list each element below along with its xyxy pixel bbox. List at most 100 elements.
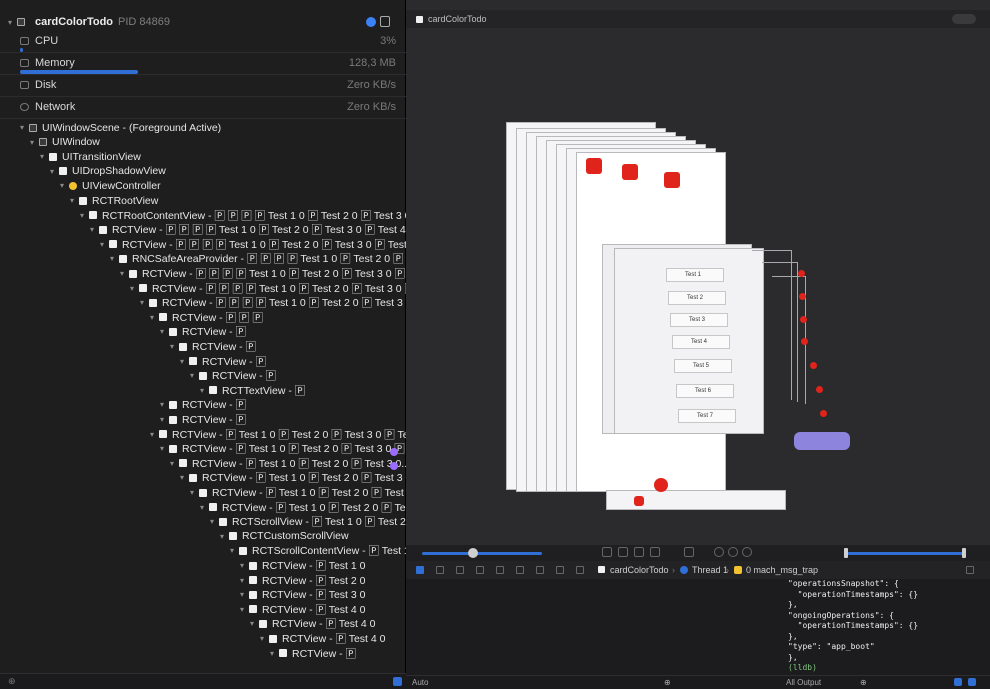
tree-row[interactable]: ▾ RCTView - 🄿 [180,354,266,369]
output-select[interactable]: All Output [786,678,821,687]
card-test-7[interactable]: Test 7 [678,409,736,423]
filter-icon[interactable]: ⊕ [664,678,671,687]
console-output[interactable]: "operationsSnapshot": { "operationTimest… [778,579,990,675]
chevron-down-icon[interactable]: ▾ [160,444,169,453]
chevron-down-icon[interactable]: ▾ [180,357,189,366]
tree-row[interactable]: ▾ RCTView - 🄿 [270,646,356,661]
wireframe-icon[interactable] [634,547,644,557]
disk-gauge[interactable]: Disk Zero KB/s [0,74,406,96]
cpu-gauge[interactable]: CPU 3% [0,30,406,52]
card-test-6[interactable]: Test 6 [676,384,734,398]
grid-icon[interactable] [684,547,694,557]
tree-row[interactable]: ▾ RCTView - 🄿 [170,339,256,354]
red-view-marker[interactable] [634,496,644,506]
pause-icon[interactable] [436,566,444,574]
jumpbar-frame[interactable]: 0 mach_msg_trap [746,565,818,575]
memory-graph-icon[interactable] [536,566,544,574]
filter-icon[interactable]: ⊕ [8,676,16,687]
tree-row[interactable]: ▾ RCTView - 🄿 🄿 🄿 [150,310,263,325]
auto-scope-select[interactable]: Auto [412,678,428,687]
chevron-down-icon[interactable]: ▾ [200,386,209,395]
tree-row[interactable]: ▾ RCTView - 🄿 Test 2 0 [240,573,365,588]
network-gauge[interactable]: Network Zero KB/s [0,96,406,118]
step-over-icon[interactable] [456,566,464,574]
chevron-down-icon[interactable]: ▾ [170,459,179,468]
chevron-down-icon[interactable]: ▾ [240,561,249,570]
tree-row[interactable]: ▾ UIViewController [60,178,161,193]
environment-icon[interactable] [556,566,564,574]
spacing-slider-knob[interactable] [468,548,478,558]
tree-row[interactable]: ▾ UIWindow [30,135,100,150]
chevron-down-icon[interactable]: ▾ [160,400,169,409]
frames-icon[interactable] [650,547,660,557]
navigator-filter-bar[interactable]: ⊕ [0,673,406,689]
add-button-layer[interactable] [794,432,850,450]
chevron-down-icon[interactable]: ▾ [40,152,49,161]
tree-row[interactable]: ▾ RCTScrollContentView - 🄿 Test 1 0... [230,543,427,558]
card-test-1[interactable]: Test 1 [666,268,724,282]
chevron-down-icon[interactable]: ▾ [230,546,239,555]
chevron-down-icon[interactable]: ▾ [130,284,139,293]
tree-row[interactable]: ▾ UIDropShadowView [50,164,166,179]
range-slider-max-handle[interactable] [962,548,966,558]
red-view-marker[interactable] [622,164,638,180]
card-test-2[interactable]: Test 2 [668,291,726,305]
chevron-down-icon[interactable]: ▾ [100,240,109,249]
tree-row[interactable]: ▾ RCTView - 🄿 [190,368,276,383]
filter-icon[interactable]: ⊕ [860,678,867,687]
tree-row[interactable]: ▾ RCTView - 🄿 Test 4 0 [240,602,365,617]
chevron-down-icon[interactable]: ▾ [20,123,29,132]
zoom-out-icon[interactable] [714,547,724,557]
chevron-down-icon[interactable]: ▾ [150,313,159,322]
chevron-down-icon[interactable]: ▾ [220,532,229,541]
tree-row[interactable]: ▾ RCTRootView [70,193,158,208]
view-debugger-icon[interactable] [516,566,524,574]
process-header[interactable]: ▾ cardColorTodo PID 84869 [0,12,406,32]
tree-row[interactable]: ▾ RCTView - 🄿 🄿 🄿 🄿 Test 1 0 🄿 Test 2 0 🄿… [140,295,420,310]
chevron-down-icon[interactable]: ▾ [240,605,249,614]
red-view-marker[interactable] [801,338,808,345]
red-view-marker[interactable] [820,410,827,417]
tree-row[interactable]: ▾ RCTCustomScrollView [220,529,349,544]
range-slider[interactable] [846,552,964,555]
tree-row[interactable]: ▾ RCTView - 🄿 Test 3 0 [240,587,365,602]
tree-row[interactable]: ▾ RCTView - 🄿 Test 1 0 🄿 Test 2 0 🄿 Test … [190,485,430,500]
red-view-marker[interactable] [664,172,680,188]
tree-row[interactable]: ▾ RCTView - 🄿 [160,412,246,427]
tree-row[interactable]: ▾ RCTView - 🄿 🄿 🄿 🄿 Test 1 0 🄿 Test 2 0 🄿… [100,237,433,252]
tree-row[interactable]: ▾ RCTView - 🄿 Test 4 0 [250,616,375,631]
variables-view[interactable] [406,579,778,675]
canvas-tab-title[interactable]: cardColorTodo [428,14,487,24]
chevron-down-icon[interactable]: ▾ [240,576,249,585]
location-icon[interactable] [576,566,584,574]
chevron-down-icon[interactable]: ▾ [160,415,169,424]
tree-row[interactable]: ▾ RNCSafeAreaProvider - 🄿 🄿 🄿 🄿 Test 1 0 … [110,251,434,266]
tree-row[interactable]: ▾ RCTView - 🄿 [160,397,246,412]
memory-gauge[interactable]: Memory 128,3 MB [0,52,406,74]
record-icon[interactable] [366,17,376,27]
step-in-icon[interactable] [476,566,484,574]
tree-row[interactable]: ▾ RCTView - 🄿 🄿 🄿 🄿 Test 1 0 🄿 Test 2 0 🄿… [130,281,432,296]
zoom-reset-icon[interactable] [728,547,738,557]
chevron-down-icon[interactable]: ▾ [8,18,17,27]
jumpbar-thread[interactable]: Thread 1 [692,565,728,575]
chevron-down-icon[interactable]: ▾ [180,473,189,482]
chevron-down-icon[interactable]: ▾ [110,254,119,263]
clip-content-icon[interactable] [602,547,612,557]
chevron-down-icon[interactable]: ▾ [210,517,219,526]
red-view-marker[interactable] [586,158,602,174]
jumpbar-app[interactable]: cardColorTodo [610,565,669,575]
tree-row[interactable]: ▾ RCTScrollView - 🄿 Test 1 0 🄿 Test 2 0..… [210,514,423,529]
chevron-down-icon[interactable]: ▾ [140,298,149,307]
chevron-down-icon[interactable]: ▾ [80,211,89,220]
split-console-icon[interactable] [966,566,974,574]
red-view-marker[interactable] [798,270,805,277]
view-debugger-canvas[interactable]: cardColorTodo Test 1 Test 2 Test 3 Test … [406,0,990,545]
canvas-options-icon[interactable] [952,14,976,24]
chevron-down-icon[interactable]: ▾ [190,488,199,497]
breakpoints-toggle-icon[interactable] [416,566,424,574]
chevron-down-icon[interactable]: ▾ [50,167,59,176]
tree-row[interactable]: ▾ RCTTextView - 🄿 [200,383,305,398]
tree-row[interactable]: ▾ RCTView - 🄿 Test 1 0 [240,558,365,573]
chevron-down-icon[interactable]: ▾ [30,138,39,147]
